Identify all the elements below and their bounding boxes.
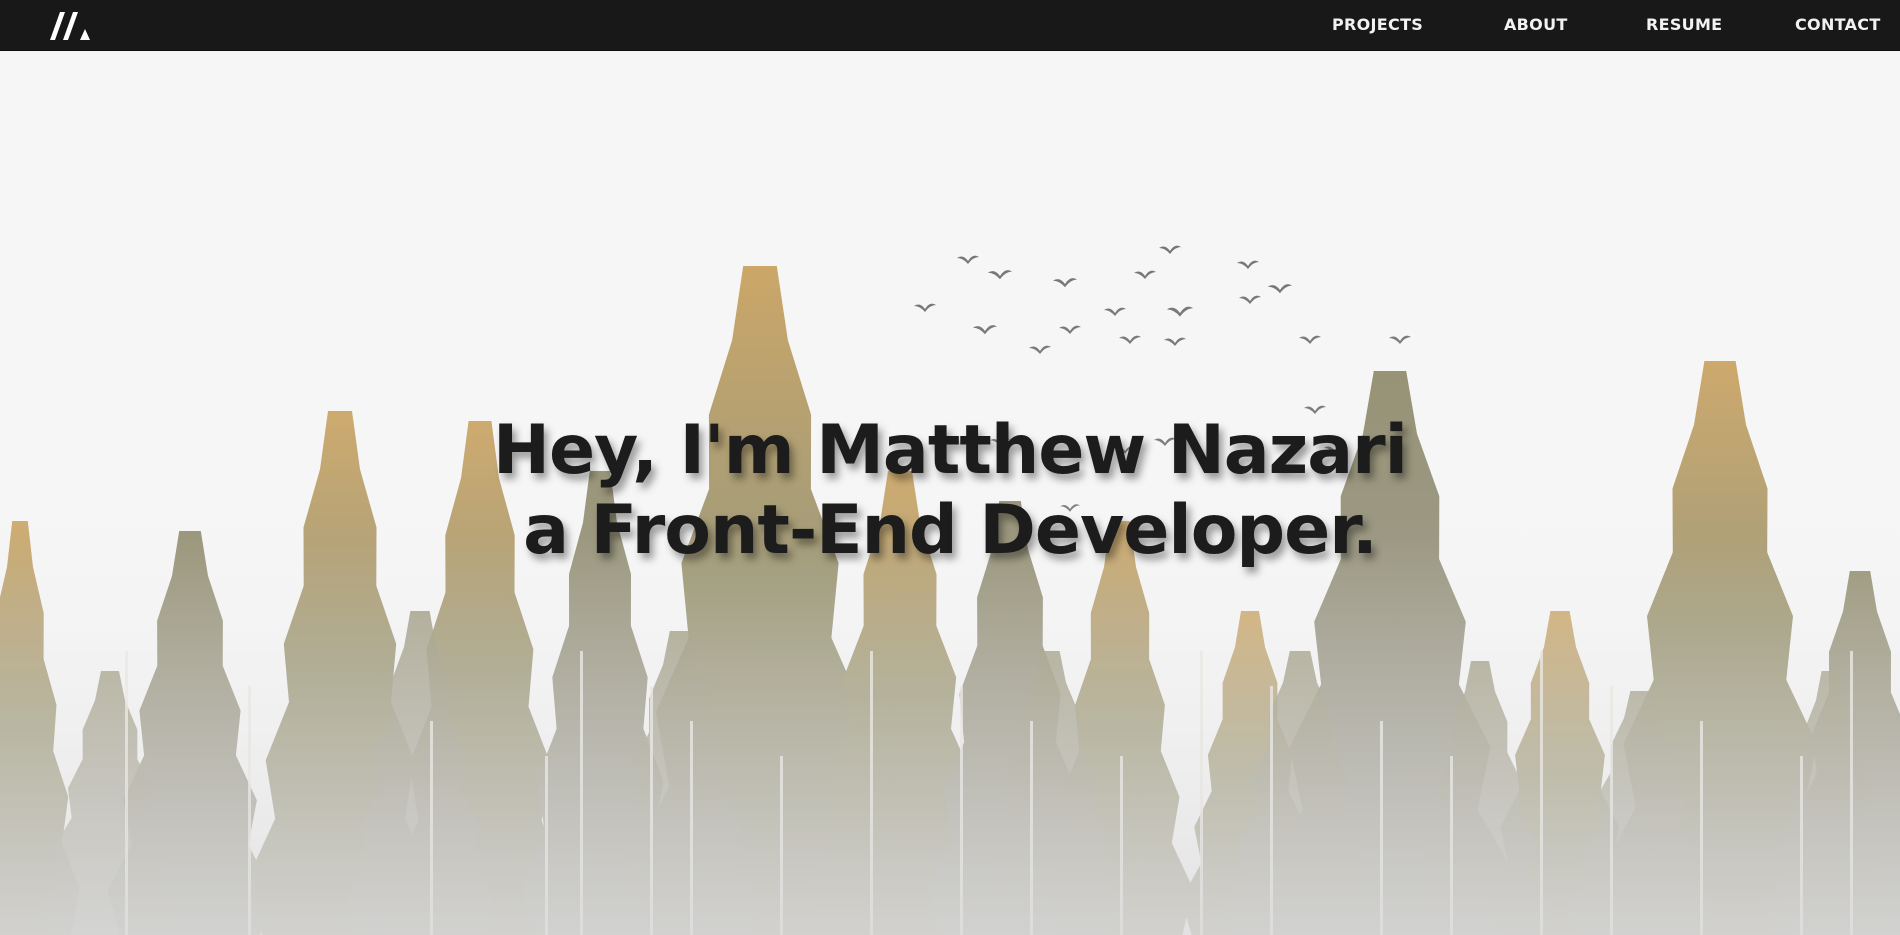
nav-link-resume[interactable]: RESUME — [1646, 14, 1722, 36]
nav-link-projects[interactable]: PROJECTS — [1332, 14, 1423, 36]
nav-link-about[interactable]: ABOUT — [1504, 14, 1568, 36]
hero-headline: Hey, I'm Matthew Nazari a Front-End Deve… — [0, 411, 1900, 571]
hero-headline-line-1: Hey, I'm Matthew Nazari — [493, 411, 1408, 490]
hero-section: Hey, I'm Matthew Nazari a Front-End Deve… — [0, 51, 1900, 935]
top-navbar: PROJECTS ABOUT RESUME CONTACT — [0, 0, 1900, 51]
nav-link-contact[interactable]: CONTACT — [1795, 14, 1881, 36]
hero-headline-line-2: a Front-End Developer. — [523, 491, 1378, 570]
main-nav: PROJECTS ABOUT RESUME CONTACT — [0, 0, 1900, 51]
